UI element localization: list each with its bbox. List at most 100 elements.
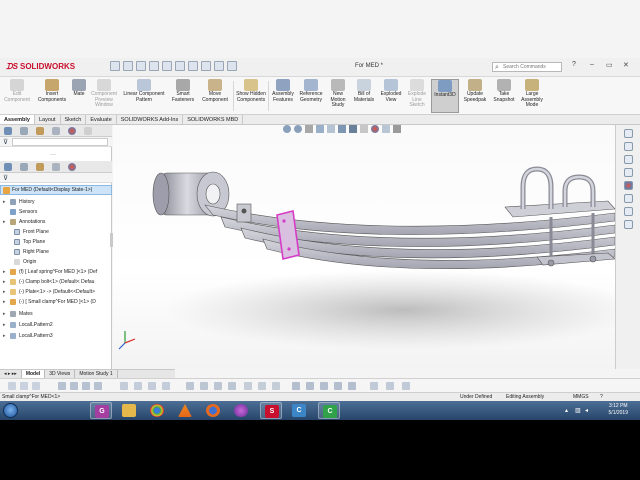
stretch-entities-icon[interactable] (348, 382, 356, 390)
tab-model[interactable]: Model (21, 370, 46, 378)
linear-component-pattern-button[interactable]: Linear Component Pattern (121, 79, 167, 103)
search-commands-input[interactable]: Search Commands (492, 62, 562, 72)
tree-item-right-plane[interactable]: Right Plane (0, 247, 112, 257)
dimxpert-manager-tab-icon[interactable] (52, 163, 60, 171)
show-hidden-components-button[interactable]: Show Hidden Components (235, 79, 267, 103)
configuration-manager-tab-icon[interactable] (36, 127, 44, 135)
tab-assembly[interactable]: Assembly (0, 115, 35, 124)
trim-tool-icon[interactable] (228, 382, 236, 390)
tree-item-history[interactable]: ▸ History (0, 197, 112, 207)
tab-sketch[interactable]: Sketch (61, 115, 87, 124)
open-folder-icon[interactable] (136, 61, 146, 71)
copy-entities-icon[interactable] (334, 382, 342, 390)
tree-item-leaf-spring[interactable]: ▸ (f) [ Leaf spring^For MED ]<1> (Def (0, 267, 112, 277)
new-motion-study-button[interactable]: New Motion Study (326, 79, 350, 109)
design-library-icon[interactable] (624, 142, 633, 151)
graphics-viewport[interactable] (113, 125, 615, 369)
polygon-tool-icon[interactable] (82, 382, 90, 390)
tree-item-top-plane[interactable]: Top Plane (0, 237, 112, 247)
rebuild-icon[interactable] (201, 61, 211, 71)
home-icon[interactable] (110, 61, 120, 71)
property-manager-tab-icon[interactable] (20, 163, 28, 171)
offset-tool-icon[interactable] (214, 382, 222, 390)
tree-item-plate[interactable]: ▸ (-) Plate<1> -> (Default<<Default> (0, 287, 112, 297)
spline-tool-icon[interactable] (58, 382, 66, 390)
circle-tool-icon[interactable] (32, 382, 40, 390)
tab-evaluate[interactable]: Evaluate (86, 115, 117, 124)
new-document-icon[interactable] (123, 61, 133, 71)
tree-item-annotations[interactable]: ▸ Annotations (0, 217, 112, 227)
undo-icon[interactable] (175, 61, 185, 71)
dimxpert-manager-tab-icon[interactable] (52, 127, 60, 135)
solidworks-resources-icon[interactable] (624, 129, 633, 138)
move-entities-icon[interactable] (292, 382, 300, 390)
reference-geometry-button[interactable]: Reference Geometry (297, 79, 325, 103)
repair-sketch-icon[interactable] (386, 382, 394, 390)
appearances-icon[interactable] (624, 181, 633, 190)
volume-icon[interactable]: ◂ (585, 407, 588, 414)
taskbar-app-c[interactable]: C (288, 402, 310, 419)
quick-snaps-icon[interactable] (402, 382, 410, 390)
taskbar-vlc[interactable] (174, 402, 196, 419)
tab-motion-study-1[interactable]: Motion Study 1 (75, 370, 118, 378)
extend-tool-icon[interactable] (244, 382, 252, 390)
chamfer-tool-icon[interactable] (200, 382, 208, 390)
select-pointer-icon[interactable] (188, 61, 198, 71)
instant3d-button[interactable]: Instant3D (431, 79, 459, 113)
component-preview-window-button[interactable]: Component Preview Window (88, 79, 120, 109)
taskbar-chrome[interactable] (146, 402, 168, 419)
fillet-tool-icon[interactable] (186, 382, 194, 390)
clamp-bolt-bracket[interactable] (236, 203, 252, 223)
solidworks-forum-icon[interactable] (624, 207, 633, 216)
minimize-icon[interactable]: – (590, 61, 594, 68)
tree-item-small-clamp[interactable]: ▸ (-) [ Small clamp^For MED ]<1> (D (0, 297, 112, 307)
file-explorer-icon[interactable] (624, 155, 633, 164)
help-icon[interactable]: ? (572, 61, 576, 68)
take-snapshot-button[interactable]: Take Snapshot (490, 79, 518, 103)
network-icon[interactable]: ▥ (575, 407, 581, 414)
tray-arrow-icon[interactable]: ▴ (565, 407, 568, 414)
tree-item-local-lpattern3[interactable]: ▸ LocalLPattern3 (0, 331, 112, 341)
centerline-tool-icon[interactable] (134, 382, 142, 390)
tree-item-mates[interactable]: ▸ Mates (0, 309, 112, 319)
expand-tabs-icon[interactable] (84, 127, 92, 135)
status-help-icon[interactable]: ? (600, 393, 603, 401)
display-manager-tab-icon[interactable] (68, 163, 76, 171)
arc-tool-icon[interactable] (70, 382, 78, 390)
pattern-tool-icon[interactable] (272, 382, 280, 390)
bill-of-materials-button[interactable]: Bill of Materials (351, 79, 377, 103)
scale-entities-icon[interactable] (320, 382, 328, 390)
assembly-features-button[interactable]: Assembly Features (270, 79, 296, 103)
options-gear-icon[interactable] (227, 61, 237, 71)
custom-properties-icon[interactable] (624, 194, 633, 203)
tree-item-local-lpattern2[interactable]: ▸ LocalLPattern2 (0, 320, 112, 330)
display-manager-tab-icon[interactable] (68, 127, 76, 135)
save-icon[interactable] (149, 61, 159, 71)
tab-solidworks-add-ins[interactable]: SOLIDWORKS Add-Ins (117, 115, 184, 124)
smart-fasteners-button[interactable]: Smart Fasteners (168, 79, 198, 103)
taskbar-camtasia[interactable]: C (318, 402, 340, 419)
large-assembly-mode-button[interactable]: Large Assembly Mode (519, 79, 545, 109)
tab-scroll-arrows[interactable]: ◂ ▸ ▸▸ (0, 370, 22, 378)
move-component-button[interactable]: Move Component (199, 79, 231, 103)
edit-component-button[interactable]: Edit Component (3, 79, 31, 103)
restore-icon[interactable]: ▭ (606, 61, 613, 69)
tab-layout[interactable]: Layout (35, 115, 61, 124)
taskbar-firefox[interactable] (202, 402, 224, 419)
mirror-tool-icon[interactable] (258, 382, 266, 390)
exploded-view-button[interactable]: Exploded View (378, 79, 404, 103)
feature-manager-tab-icon[interactable] (4, 163, 12, 171)
tab-solidworks-mbd[interactable]: SOLIDWORKS MBD (183, 115, 244, 124)
task-pane-extra-icon[interactable] (624, 220, 633, 229)
tree-item-sensors[interactable]: Sensors (0, 207, 112, 217)
update-speedpak-button[interactable]: Update Speedpak (461, 79, 489, 103)
tree-item-front-plane[interactable]: Front Plane (0, 227, 112, 237)
slot-tool-icon[interactable] (94, 382, 102, 390)
tree-root-assembly[interactable]: For MED (Default<Display State-1>) (0, 185, 112, 195)
print-icon[interactable] (162, 61, 172, 71)
taskbar-media-app[interactable] (230, 402, 252, 419)
file-properties-icon[interactable] (214, 61, 224, 71)
point-tool-icon[interactable] (120, 382, 128, 390)
solidworks-logo[interactable]: ᗪS SOLIDWORKS (6, 62, 75, 72)
taskbar-explorer[interactable] (118, 402, 140, 419)
